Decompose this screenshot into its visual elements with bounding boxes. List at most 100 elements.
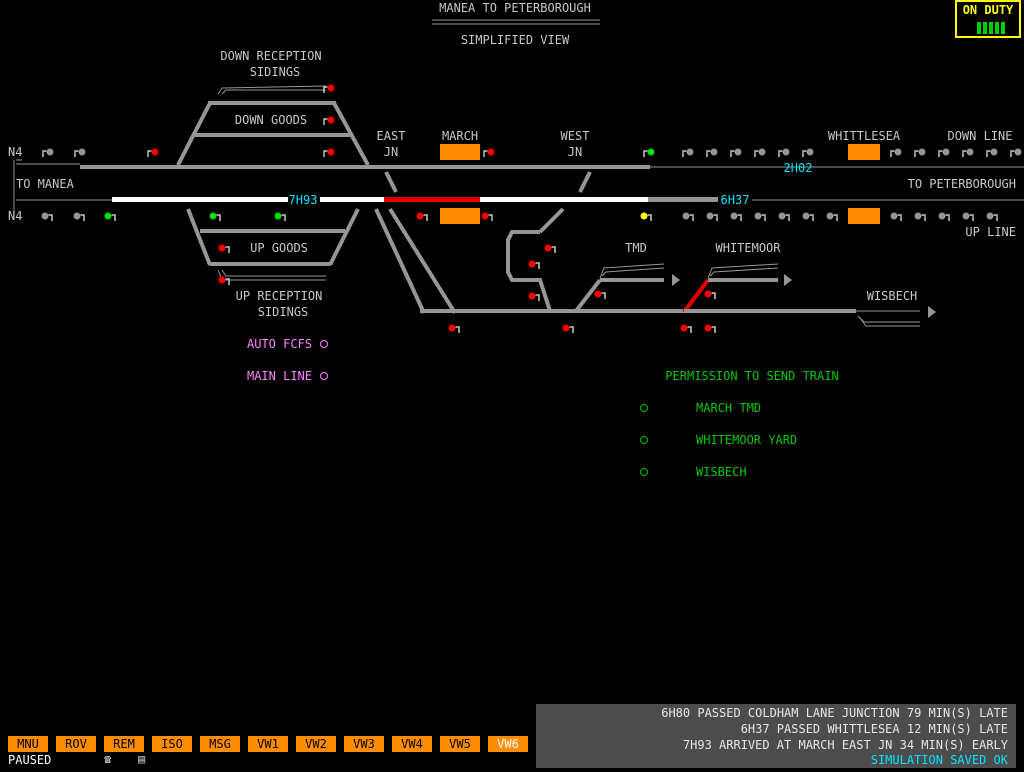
signal-green[interactable] (104, 212, 116, 222)
whitemoor-siding (709, 267, 779, 277)
signal-aspect[interactable] (74, 148, 86, 158)
view5-button[interactable]: VW5 (440, 736, 480, 752)
iso-button[interactable]: ISO (152, 736, 192, 752)
menu-button[interactable]: MNU (8, 736, 48, 752)
duty-bar (983, 22, 987, 34)
whittlesea-down-platform[interactable] (848, 144, 880, 160)
down-reception-label-2: SIDINGS (250, 65, 301, 79)
wisbech-line-track (420, 309, 684, 313)
rov-button[interactable]: ROV (56, 736, 96, 752)
east-jn-label: EAST (377, 129, 406, 143)
whitemoor-siding (707, 263, 779, 279)
signal-green[interactable] (643, 148, 655, 158)
signal-aspect[interactable] (802, 212, 814, 222)
signal-red[interactable] (562, 324, 574, 334)
signal-aspect[interactable] (73, 212, 85, 222)
signal-red[interactable] (528, 292, 540, 302)
signal-red[interactable] (680, 324, 692, 334)
auto-fcfs-toggle[interactable] (320, 340, 328, 348)
signal-aspect[interactable] (914, 148, 926, 158)
signal-aspect[interactable] (754, 148, 766, 158)
train-id-7h93[interactable]: 7H93 (289, 193, 318, 207)
main-line-toggle[interactable] (320, 372, 328, 380)
signal-red[interactable] (323, 148, 335, 158)
signal-red[interactable] (544, 244, 556, 254)
wisbech-siding (857, 315, 920, 323)
view4-button[interactable]: VW4 (392, 736, 432, 752)
signal-green[interactable] (209, 212, 221, 222)
signal-aspect[interactable] (938, 212, 950, 222)
signal-aspect[interactable] (890, 212, 902, 222)
rem-button[interactable]: REM (104, 736, 144, 752)
view3-button[interactable]: VW3 (344, 736, 384, 752)
signal-aspect[interactable] (826, 212, 838, 222)
down-reception-track (208, 101, 336, 105)
signal-red[interactable] (218, 276, 230, 286)
view6-button[interactable]: VW6 (488, 736, 528, 752)
march-up-platform[interactable] (440, 208, 480, 224)
signal-aspect[interactable] (802, 148, 814, 158)
march-label: MARCH (442, 129, 478, 143)
signal-aspect[interactable] (706, 212, 718, 222)
n4-top-label: N4 (8, 145, 22, 159)
signal-aspect[interactable] (42, 148, 54, 158)
signal-aspect[interactable] (778, 212, 790, 222)
signal-aspect[interactable] (41, 212, 53, 222)
whitemoor-arrow-icon (784, 274, 792, 286)
signal-aspect[interactable] (682, 212, 694, 222)
signal-aspect[interactable] (986, 148, 998, 158)
signal-aspect[interactable] (986, 212, 998, 222)
whittlesea-up-platform[interactable] (848, 208, 880, 224)
main-line-label: MAIN LINE (247, 369, 312, 383)
printer-icon[interactable]: ▤ (138, 752, 145, 766)
west-jn-label-2: JN (568, 145, 582, 159)
signal-red[interactable] (416, 212, 428, 222)
train-id-6h37[interactable]: 6H37 (721, 193, 750, 207)
signal-aspect[interactable] (890, 148, 902, 158)
wisbech-arrow-icon (928, 306, 936, 318)
signal-aspect[interactable] (706, 148, 718, 158)
signal-red[interactable] (323, 116, 335, 126)
permission-march-tmd-toggle[interactable] (640, 404, 648, 412)
signal-aspect[interactable] (1010, 148, 1022, 158)
permission-march-tmd-label: MARCH TMD (696, 401, 761, 415)
train-id-2h02[interactable]: 2H02 (784, 161, 813, 175)
signal-red[interactable] (594, 290, 606, 300)
down-main-track (80, 165, 650, 169)
signal-aspect[interactable] (730, 148, 742, 158)
signal-red[interactable] (218, 244, 230, 254)
signal-aspect[interactable] (914, 212, 926, 222)
msg-button[interactable]: MSG (200, 736, 240, 752)
signal-red[interactable] (704, 324, 716, 334)
signal-yellow[interactable] (640, 212, 652, 222)
signal-aspect[interactable] (962, 212, 974, 222)
signal-aspect[interactable] (938, 148, 950, 158)
signal-aspect[interactable] (682, 148, 694, 158)
signal-aspect[interactable] (778, 148, 790, 158)
signal-red[interactable] (481, 212, 493, 222)
tmd-arrow-icon (672, 274, 680, 286)
signal-red[interactable] (147, 148, 159, 158)
signal-red[interactable] (483, 148, 495, 158)
duty-bar (995, 22, 999, 34)
view1-button[interactable]: VW1 (248, 736, 288, 752)
tmd-label: TMD (625, 241, 647, 255)
n4-bottom-label: N4 (8, 209, 22, 223)
view2-button[interactable]: VW2 (296, 736, 336, 752)
march-down-platform[interactable] (440, 144, 480, 160)
permission-whitemoor-yard-toggle[interactable] (640, 436, 648, 444)
up-main-occupied (384, 197, 480, 202)
connector-track (186, 208, 212, 266)
permission-wisbech-toggle[interactable] (640, 468, 648, 476)
signal-aspect[interactable] (730, 212, 742, 222)
signal-aspect[interactable] (754, 212, 766, 222)
on-duty-indicator: ON DUTY (955, 0, 1021, 38)
signal-red[interactable] (528, 260, 540, 270)
signal-red[interactable] (448, 324, 460, 334)
signal-green[interactable] (274, 212, 286, 222)
signal-red[interactable] (704, 290, 716, 300)
telephone-icon[interactable]: ☎ (104, 752, 111, 766)
message-log: 6H80 PASSED COLDHAM LANE JUNCTION 79 MIN… (536, 704, 1016, 768)
down-reception-label: DOWN RECEPTION (220, 49, 321, 63)
signal-aspect[interactable] (962, 148, 974, 158)
